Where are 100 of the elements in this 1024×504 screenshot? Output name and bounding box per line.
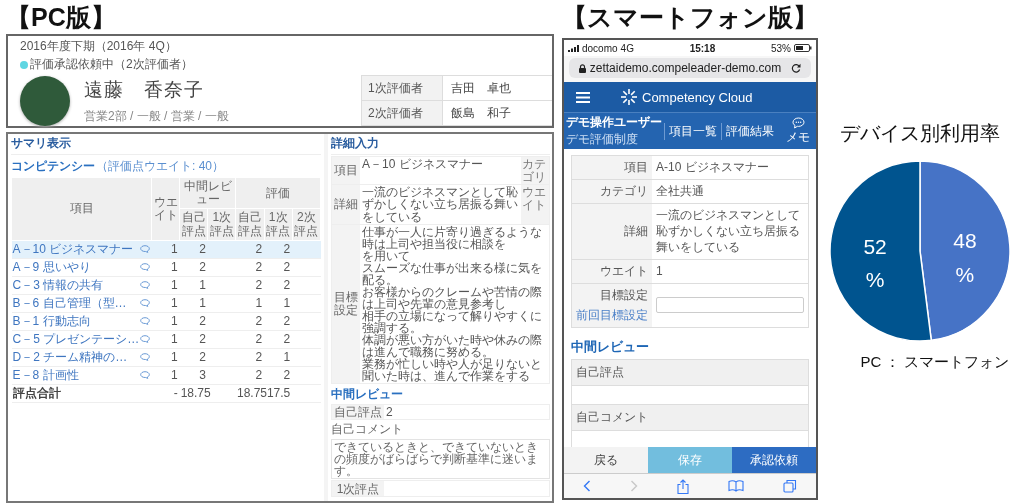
address-bar[interactable]: zettaidemo.compeleader-demo.com [569, 58, 811, 78]
speech-bubble-icon[interactable] [139, 281, 150, 290]
item-link[interactable]: B－1 行動志向 [12, 314, 91, 329]
panel-title: 詳細入力 [331, 135, 550, 155]
table-row[interactable]: B－6 自己管理（型… 1 1 1 1 [11, 294, 321, 313]
table-cell: 評点合計 [11, 384, 152, 403]
table-cell-text: 1 [655, 262, 664, 280]
url-text: zettaidemo.compeleader-demo.com [589, 61, 782, 75]
button[interactable]: 承認依頼 [732, 447, 816, 473]
item-link[interactable]: A－9 思いやり [12, 260, 91, 275]
status-text: 評価承認依頼中（2次評価者） [30, 56, 193, 73]
table-cell: 2次評価者 [362, 101, 443, 125]
table-cell: 2 [235, 312, 265, 331]
table-cell: 1 [151, 330, 180, 349]
app-title: Competency Cloud [642, 89, 753, 105]
table-row[interactable]: C－5 プレゼンテーシ… 1 2 2 2 [11, 330, 321, 349]
section-heading: 【スマートフォン版】 [562, 2, 818, 33]
table-cell: 2 [235, 276, 265, 295]
table-cell: 項目 [332, 157, 360, 185]
share-icon[interactable] [677, 478, 689, 494]
table-cell: 1 [235, 294, 265, 313]
chat-bubble-icon [791, 116, 805, 129]
reload-icon[interactable] [791, 63, 802, 73]
input-field[interactable] [656, 297, 804, 314]
item-link[interactable]: E－8 計画性 [12, 368, 79, 383]
table-row[interactable]: A－9 思いやり 1 2 2 2 [11, 258, 321, 277]
starburst-logo-icon [620, 88, 638, 106]
section-title: コンピテンシー [11, 158, 95, 175]
comment-field[interactable]: できているときと、できていないときの頻度がばらばらで判断基準に迷います。 [331, 439, 550, 480]
table-header: ウエイト [151, 177, 180, 241]
section-title: 中間レビュー [571, 337, 650, 356]
table-header: 中間レビュー [179, 177, 236, 209]
table-row[interactable]: E－8 計画性 1 3 2 2 [11, 366, 321, 385]
table-cell: - [151, 384, 180, 403]
table-row[interactable]: C－3 情報の共有 1 1 2 2 [11, 276, 321, 295]
table-cell-text: 一流のビジネスマンとして恥ずかしくない立ち居振る舞いをしている [655, 207, 801, 257]
table-cell: 2 [264, 366, 293, 385]
speech-bubble-icon[interactable] [139, 263, 150, 272]
lock-icon [578, 63, 586, 73]
table-cell: 2 [179, 312, 208, 331]
table-cell: カテゴリ [521, 157, 549, 185]
battery-text: 53% [770, 42, 791, 54]
table-cell-text: 2 [385, 404, 394, 420]
field-label: 自己コメント [331, 421, 404, 439]
book-icon[interactable] [727, 480, 744, 492]
table-cell: 項目 [624, 159, 648, 176]
speech-bubble-icon[interactable] [139, 353, 150, 362]
table-cell: 1 [179, 276, 208, 295]
table-row[interactable]: D－2 チーム精神の… 1 2 2 1 [11, 348, 321, 367]
item-link[interactable]: B－6 自己管理（型… [12, 296, 127, 311]
table-cell: 1 [151, 276, 180, 295]
nav-tab[interactable]: 評価結果 [721, 122, 778, 140]
table-cell: 2 [264, 276, 293, 295]
table-cell: 2 [179, 258, 208, 277]
table-cell: 目標設定 [332, 224, 360, 383]
table-row[interactable]: B－1 行動志向 1 2 2 2 [11, 312, 321, 331]
table-cell-text: 吉田 卓也 [450, 79, 512, 97]
table-cell: 自己評点 [572, 359, 808, 386]
legend-label: スマートフォン [904, 353, 1010, 372]
signal-icon [568, 44, 579, 52]
table-cell: 3 [179, 366, 208, 385]
table-header: 評価 [235, 177, 321, 209]
affiliation-text: 営業2部 / 一般 / 営業 / 一般 [84, 107, 230, 125]
table-cell: 詳細 [332, 185, 360, 224]
data-label: 48 % [952, 228, 978, 288]
table-row[interactable]: A－10 ビジネスマナー 1 2 2 2 [11, 240, 321, 259]
network-text: 4G [620, 42, 634, 54]
table-cell: 詳細 [624, 222, 648, 240]
battery-icon [794, 44, 812, 52]
memo-label: メモ [786, 128, 810, 146]
section-note: （評価点ウエイト: 40） [96, 158, 224, 175]
table-cell: 1 [151, 348, 180, 367]
speech-bubble-icon[interactable] [139, 317, 150, 326]
table-cell: 自己コメント [572, 404, 808, 431]
table-cell-text: 仕事が一人に片寄り過ぎるような時は上司や担当役に相談を を用いて スムーズな仕事が出来る様に気を配る。 お客様からのクレームや苦情の際は上司や先輩の意見参考し 相手の立場になって解りやすくに強調する。 体調が悪い方がいた時や休みの際は進んで職務に努める。 業務が忙しい時や人が足りないと聞いた時は、進んで作業をする [361, 224, 543, 383]
table-cell-text: 飯島 和子 [450, 104, 512, 122]
table-cell: ウエイト [600, 262, 648, 280]
table-cell: 2 [235, 366, 265, 385]
memo-tab[interactable]: メモ [786, 116, 814, 146]
link[interactable]: 前回目標設定 [576, 306, 648, 324]
item-link[interactable]: D－2 チーム精神の… [12, 350, 128, 365]
person-name: 遠藤 香奈子 [84, 77, 205, 102]
table-cell: 18.75 [179, 384, 208, 403]
table-cell: 1 [151, 258, 180, 277]
tabs-icon[interactable] [782, 479, 797, 493]
speech-bubble-icon[interactable] [139, 299, 150, 308]
nav-tab[interactable]: 項目一覧 [664, 122, 721, 140]
menu-icon[interactable] [576, 91, 590, 103]
item-link[interactable]: C－3 情報の共有 [12, 278, 104, 293]
section-title: 中間レビュー [331, 385, 404, 403]
button[interactable]: 戻る [564, 447, 648, 473]
table-cell: 1 [151, 294, 180, 313]
speech-bubble-icon[interactable] [139, 245, 150, 254]
speech-bubble-icon[interactable] [139, 335, 150, 344]
speech-bubble-icon[interactable] [139, 371, 150, 380]
table-cell: 2 [235, 330, 265, 349]
item-link[interactable]: C－5 プレゼンテーシ… [12, 332, 140, 347]
table-cell: 2 [235, 258, 265, 277]
legend-separator: ： [885, 353, 901, 372]
system-name: デモ評価制度 [566, 131, 639, 148]
